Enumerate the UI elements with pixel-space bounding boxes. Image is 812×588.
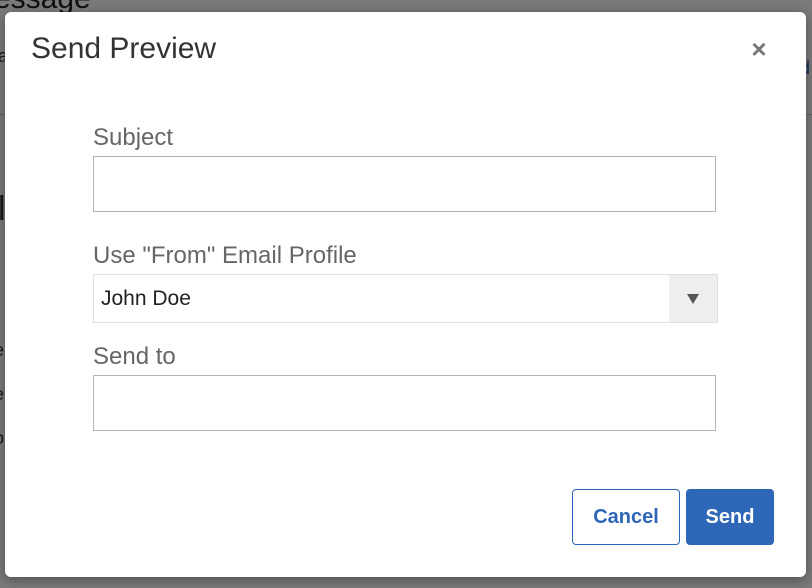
background-text: e	[0, 384, 4, 405]
dropdown-toggle[interactable]	[669, 275, 717, 322]
send-button[interactable]: Send	[686, 489, 774, 545]
subject-input[interactable]	[93, 156, 716, 212]
close-icon[interactable]: ×	[746, 36, 772, 62]
send-to-label: Send to	[93, 343, 176, 370]
send-preview-dialog: Send Preview × Subject Use "From" Email …	[5, 12, 806, 577]
triangle-down-icon	[687, 293, 699, 304]
cancel-button[interactable]: Cancel	[572, 489, 680, 545]
dialog-title: Send Preview	[31, 32, 217, 65]
from-profile-select[interactable]: John Doe	[93, 274, 718, 323]
from-profile-label: Use "From" Email Profile	[93, 242, 357, 269]
background-text: o	[0, 428, 4, 449]
background-text: e	[0, 340, 4, 361]
send-to-input[interactable]	[93, 375, 716, 431]
subject-label: Subject	[93, 124, 174, 151]
from-profile-value: John Doe	[101, 286, 191, 310]
